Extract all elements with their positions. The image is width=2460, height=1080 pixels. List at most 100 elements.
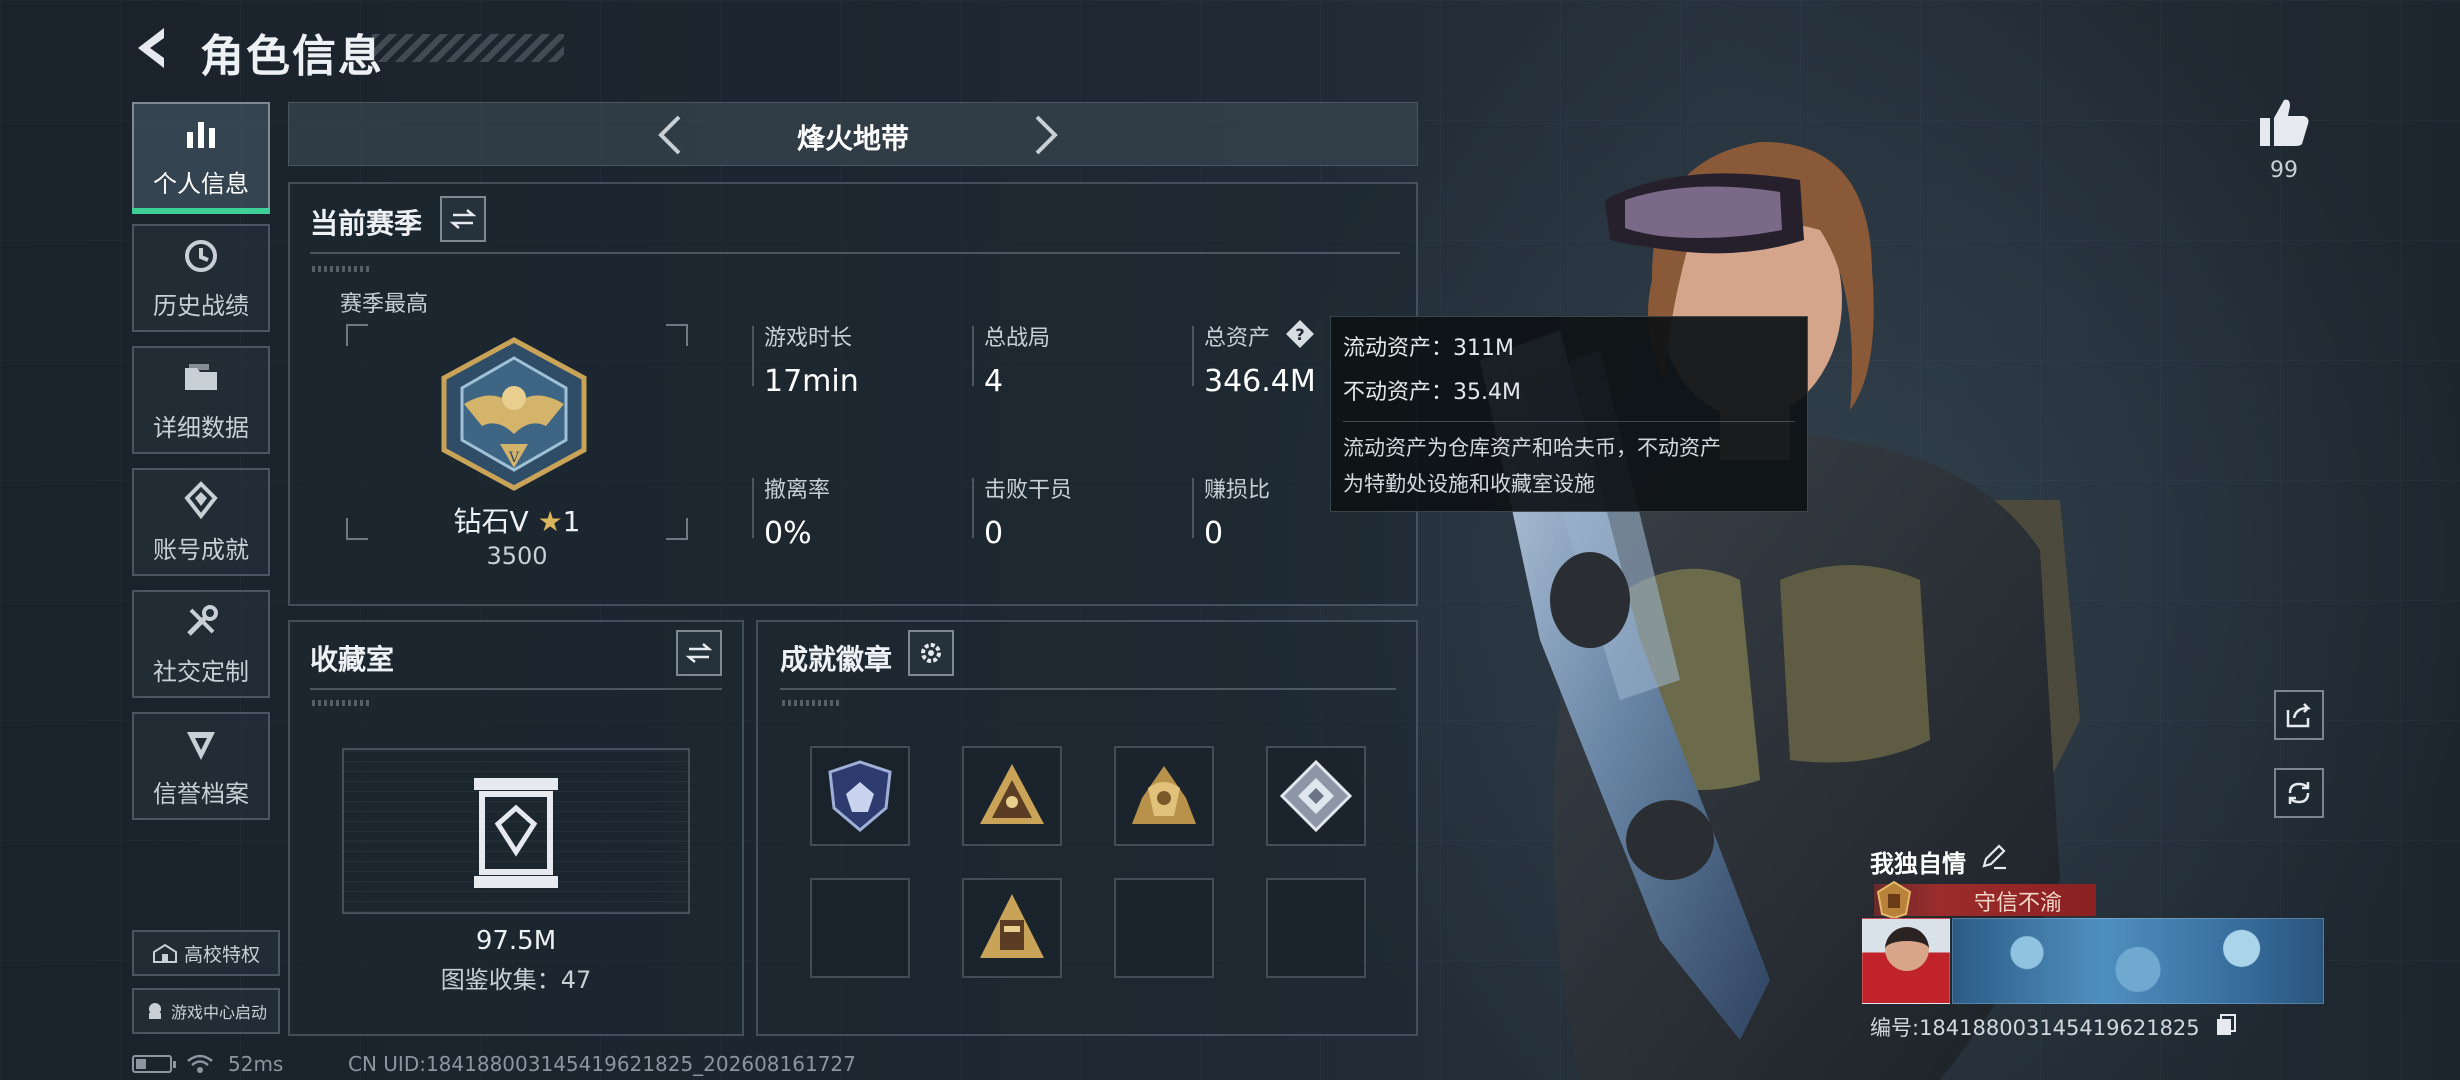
refresh-icon [2288,782,2310,804]
nav-label: 个人信息 [153,169,249,198]
stat-operators-defeated: 击败干员 0 [971,472,1073,551]
nav-item-social-custom[interactable]: 社交定制 [132,590,270,698]
stat-profit-loss-ratio: 赚损比 0 [1191,472,1270,551]
rank-name: 钻石V ★1 [344,500,690,540]
tools-icon [187,604,218,636]
badge-slot-6[interactable] [962,878,1062,978]
chevron-right-icon[interactable] [1019,111,1067,159]
refresh-button[interactable] [2274,768,2324,818]
stat-label: 游戏时长 [764,326,853,351]
wifi-icon [187,1054,213,1073]
collection-switch-button[interactable] [676,630,722,676]
season-switch-button[interactable] [440,196,486,242]
stat-extract-rate: 撤离率 0% [751,472,831,551]
player-name: 我独自情 [1870,850,1966,878]
player-id: 编号:1841880031454196218​25 [1870,1016,2200,1040]
back-arrow-icon[interactable] [128,22,180,74]
copy-icon[interactable] [2214,1012,2238,1036]
thumbs-up-icon[interactable] [2256,94,2312,150]
swap-icon [685,643,713,663]
season-title: 当前赛季 [310,207,423,240]
campus-privilege-label: 高校特权 [183,943,260,966]
rank-score: 3500 [486,542,548,570]
pyramid-badge-icon [980,764,1044,824]
share-icon [2286,703,2312,728]
folder-icon [185,363,217,390]
season-tick-decoration [312,266,372,272]
profile-banner[interactable] [1952,918,2324,1004]
edit-pencil-icon[interactable] [1980,842,2008,870]
collection-count: 图鉴收集：47 [440,966,592,994]
shield-badge-icon [828,760,892,832]
gold-star-icon: ★ [537,505,563,538]
diamond-badge-icon [1279,759,1353,833]
bar-chart-icon [187,121,215,148]
game-center-label: 游戏中心启动 [170,1003,267,1022]
avatar[interactable] [1862,918,1950,1004]
stat-total-matches: 总战局 4 [971,320,1051,399]
uid-footer: CN UID:1841880031454196218​25_2026081617… [348,1052,856,1076]
badge-slot-8-empty[interactable] [1266,878,1366,978]
tooltip-divider [1343,421,1795,422]
avatar-face [1885,927,1929,971]
collection-value: 97.5M [475,926,557,956]
vault-icon [474,778,558,888]
badge-slot-7-empty[interactable] [1114,878,1214,978]
swap-icon [449,209,477,229]
nav-item-achievements[interactable]: 账号成就 [132,468,270,576]
stat-value: 346.4M [1204,364,1316,399]
badge-slot-3[interactable] [1114,746,1214,846]
nav-item-personal-info[interactable]: 个人信息 [132,102,270,214]
badge-slot-1[interactable] [810,746,910,846]
tooltip-fixed-assets: 不动资产：35.4M [1343,380,1521,405]
title-decoration [372,34,564,62]
stat-label: 总战局 [984,326,1051,351]
badges-tick-decoration [782,700,842,706]
nav-item-credit-record[interactable]: 信誉档案 [132,712,270,820]
campus-privilege-button[interactable]: 高校特权 [132,930,280,976]
title-emblem-icon [1876,880,1912,920]
help-icon[interactable]: ? [1284,318,1316,350]
badge-slot-2[interactable] [962,746,1062,846]
stat-value: 0 [1204,516,1224,551]
tooltip-note-line2: 为特勤处设施和收藏室设施 [1343,472,1595,496]
nav-label: 账号成就 [153,535,249,564]
stat-play-time: 游戏时长 17min [752,320,859,399]
game-center-button[interactable]: 游戏中心启动 [132,988,280,1034]
achievement-icon [184,480,218,519]
credit-icon [187,731,215,760]
stat-label: 撤离率 [764,478,831,503]
nav-label: 社交定制 [153,657,249,686]
stat-value: 4 [984,364,1004,399]
assets-tooltip: 流动资产：311M 不动资产：35.4M 流动资产为仓库资产和哈夫币，不动资产 … [1330,316,1808,512]
badges-divider [780,688,1396,690]
mode-title: 烽火地带 [796,122,909,155]
diamond-rank-emblem-icon: V [441,337,587,491]
nav-item-history[interactable]: 历史战绩 [132,224,270,332]
badges-title: 成就徽章 [780,643,893,676]
status-bar: 52ms [132,1052,283,1076]
season-divider [310,252,1400,254]
collection-divider [310,688,722,690]
stat-label: 击败干员 [984,478,1073,503]
rank-star-count: 1 [562,505,581,538]
svg-text:?: ? [1295,325,1304,344]
game-center-icon [148,1003,161,1019]
rank-name-text: 钻石V [453,505,538,538]
gear-icon [921,643,941,663]
badges-settings-button[interactable] [908,630,954,676]
tower-badge-icon [980,894,1044,958]
page-title: 角色信息 [200,31,384,82]
title-tag-text: 守信不渝 [1973,891,2062,916]
tooltip-liquid-assets: 流动资产：311M [1343,336,1514,361]
battery-icon [132,1055,176,1073]
nav-label: 信誉档案 [153,779,249,808]
badge-slot-5-empty[interactable] [810,878,910,978]
share-button[interactable] [2274,690,2324,740]
badge-slot-4[interactable] [1266,746,1366,846]
like-count: 99 [2270,158,2298,183]
svg-text:V: V [508,450,520,466]
nav-item-detailed-data[interactable]: 详细数据 [132,346,270,454]
stat-value: 0% [764,516,812,551]
collection-tick-decoration [312,700,372,706]
